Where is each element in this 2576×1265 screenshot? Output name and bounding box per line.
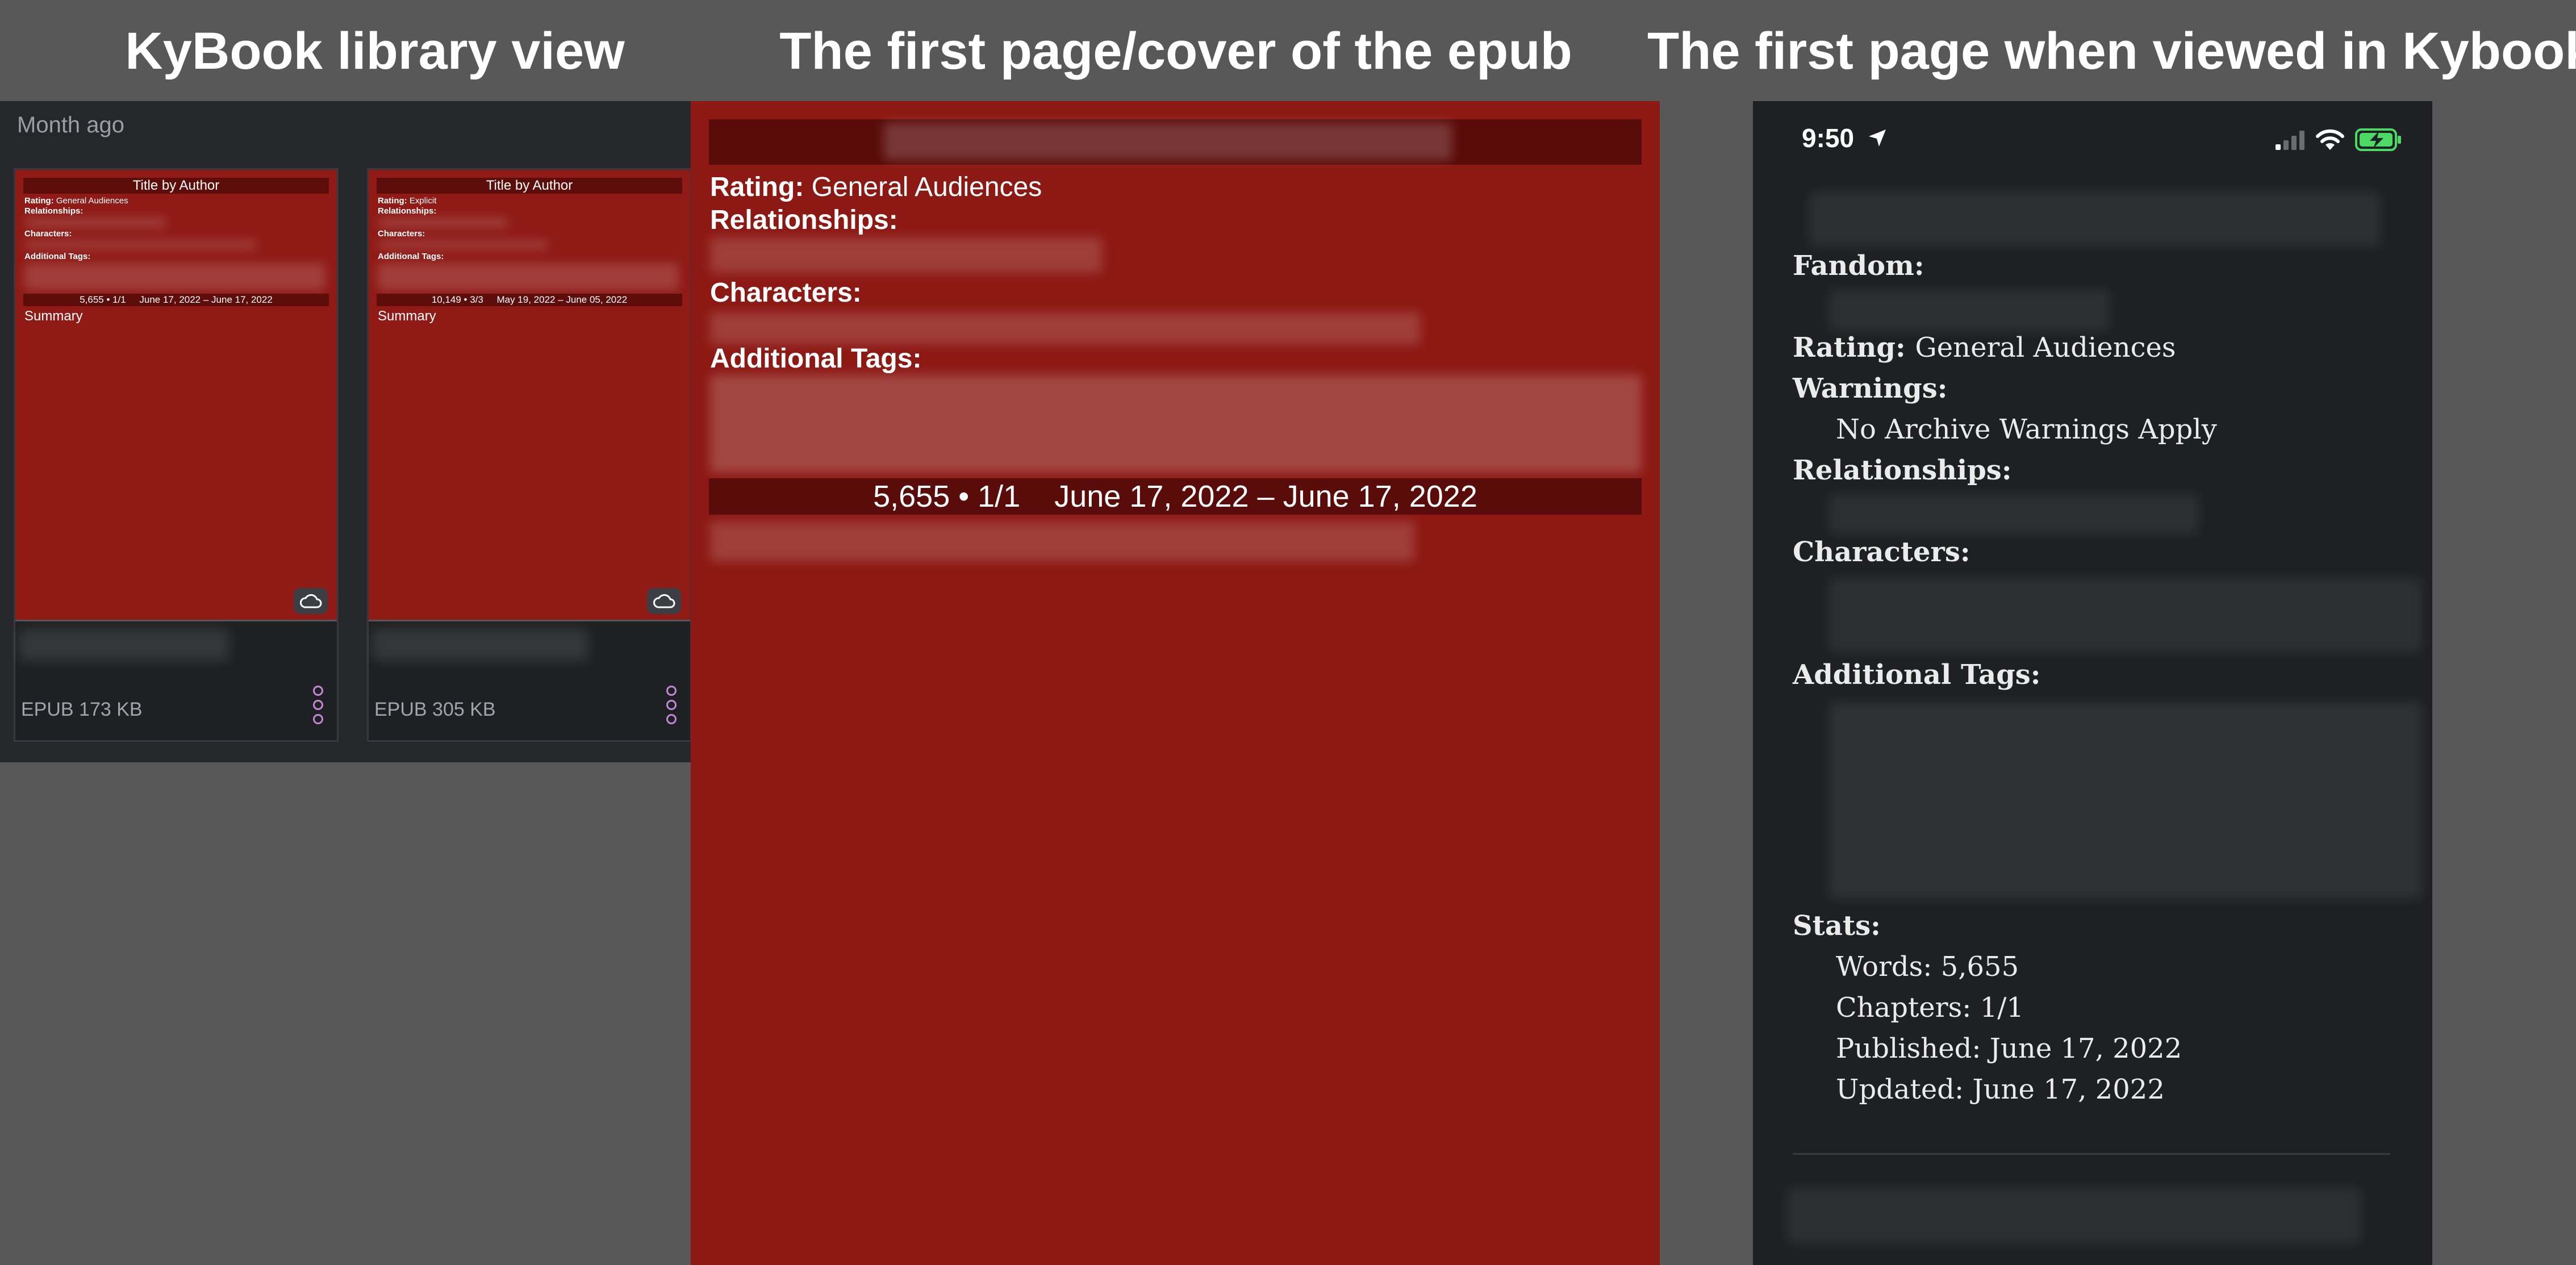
redacted-text	[710, 375, 1642, 473]
cover-summary-label: Summary	[378, 308, 436, 324]
redacted-text	[24, 263, 325, 290]
redacted-title	[372, 629, 588, 661]
cover-title: Title by Author	[377, 178, 682, 194]
cloud-icon[interactable]	[294, 588, 328, 614]
cellular-signal-icon	[2276, 131, 2304, 150]
epub-characters-label: Characters:	[710, 278, 862, 308]
cover-tags-label: Additional Tags:	[24, 252, 91, 261]
cover-summary-label: Summary	[24, 308, 83, 324]
section-label: Month ago	[17, 112, 125, 137]
epub-stats-bar: 5,655 • 1/1 June 17, 2022 – June 17, 202…	[709, 478, 1642, 515]
book-card[interactable]: Title by Author Rating: Explicit Relatio…	[367, 168, 692, 742]
cover-stats: 5,655 • 1/1 June 17, 2022 – June 17, 202…	[23, 294, 329, 306]
book-card[interactable]: Title by Author Rating: General Audience…	[14, 168, 339, 742]
divider	[1793, 1153, 2390, 1155]
redacted-text	[1829, 290, 2110, 331]
redacted-text	[710, 237, 1102, 273]
cover-characters-label: Characters:	[378, 229, 425, 239]
redacted-title	[884, 123, 1452, 160]
kybook-reader-panel: 9:50 Fandom: Rating: General Audiences W…	[1753, 101, 2432, 1265]
heading-kybook: The first page when viewed in Kybook	[1647, 22, 2576, 80]
more-options-icon[interactable]	[313, 686, 324, 730]
file-info: EPUB 305 KB	[374, 699, 496, 720]
location-arrow-icon	[1869, 130, 1886, 147]
cover-relationships-label: Relationships:	[24, 206, 83, 216]
fandom-label: Fandom:	[1793, 250, 1924, 282]
cloud-icon[interactable]	[647, 588, 681, 614]
redacted-text	[710, 312, 1420, 344]
stats-label: Stats:	[1793, 910, 1881, 942]
redacted-title	[1810, 192, 2380, 247]
status-time: 9:50	[1802, 123, 1855, 153]
file-info: EPUB 173 KB	[21, 699, 143, 720]
cover-rating: Rating: Explicit	[378, 196, 437, 206]
more-options-icon[interactable]	[666, 686, 678, 730]
stats-updated: Updated: June 17, 2022	[1836, 1074, 2165, 1105]
warnings-label: Warnings:	[1793, 373, 1948, 404]
stats-chapters: Chapters: 1/1	[1836, 992, 2024, 1024]
redacted-text	[1829, 578, 2422, 652]
battery-charging-icon	[2355, 128, 2401, 151]
redacted-text	[378, 218, 508, 228]
epub-relationships-label: Relationships:	[710, 205, 898, 235]
library-panel: Month ago Title by Author Rating: Genera…	[0, 101, 705, 762]
epub-cover-panel: Rating: General Audiences Relationships:…	[691, 101, 1660, 1265]
cover-characters-label: Characters:	[24, 229, 72, 239]
warnings-value: No Archive Warnings Apply	[1836, 414, 2217, 445]
redacted-text	[1829, 702, 2422, 899]
redacted-text	[24, 218, 166, 228]
heading-library: KyBook library view	[125, 22, 625, 80]
redacted-summary	[710, 521, 1414, 561]
characters-label: Characters:	[1793, 536, 1970, 568]
heading-epub: The first page/cover of the epub	[779, 22, 1572, 80]
cover-rating: Rating: General Audiences	[24, 196, 128, 206]
rating-line: Rating: General Audiences	[1793, 332, 2176, 364]
book-cover[interactable]: Title by Author Rating: Explicit Relatio…	[369, 170, 690, 621]
redacted-summary	[1787, 1188, 2361, 1243]
cover-stats: 10,149 • 3/3 May 19, 2022 – June 05, 202…	[377, 294, 682, 306]
epub-tags-label: Additional Tags:	[710, 344, 922, 374]
redacted-text	[1829, 494, 2198, 534]
relationships-label: Relationships:	[1793, 454, 2012, 486]
wifi-icon	[2316, 129, 2344, 150]
redacted-text	[24, 240, 257, 249]
cover-tags-label: Additional Tags:	[378, 252, 444, 261]
redacted-text	[378, 240, 548, 249]
additional-tags-label: Additional Tags:	[1793, 659, 2041, 691]
stats-published: Published: June 17, 2022	[1836, 1033, 2182, 1064]
redacted-text	[378, 263, 679, 290]
redacted-title	[19, 629, 229, 661]
book-cover[interactable]: Title by Author Rating: General Audience…	[15, 170, 337, 621]
epub-rating: Rating: General Audiences	[710, 172, 1042, 202]
cover-title: Title by Author	[23, 178, 329, 194]
cover-relationships-label: Relationships:	[378, 206, 437, 216]
stats-words: Words: 5,655	[1836, 951, 2019, 983]
